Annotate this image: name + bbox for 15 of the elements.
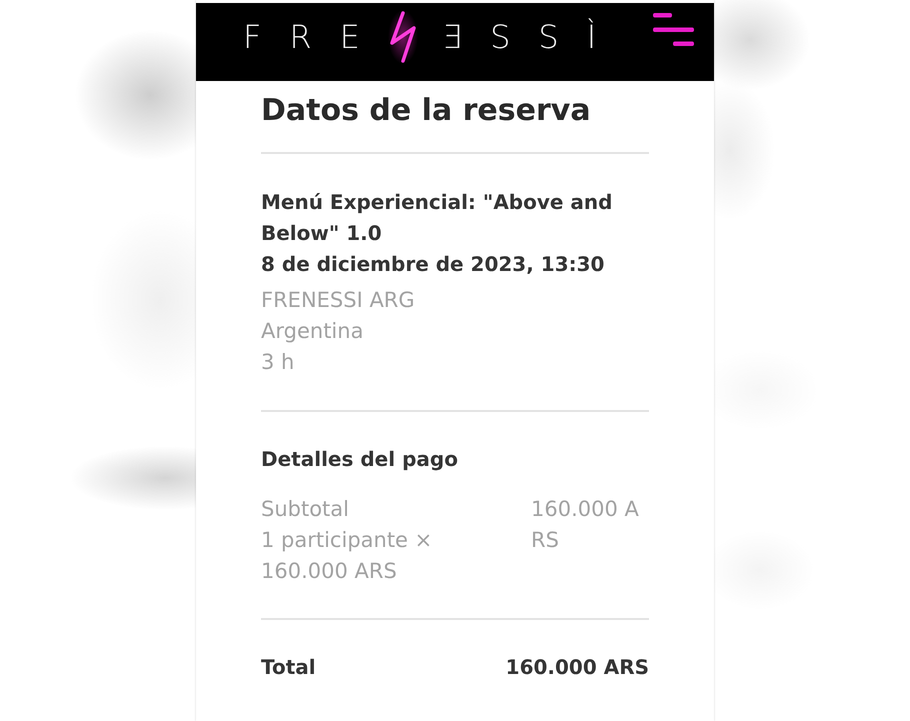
section-heading: Detalles del pago <box>261 446 459 473</box>
reservation-date: 8 de diciembre de 2023, 13:30 <box>261 251 606 278</box>
logo-text: FRE <box>243 21 388 53</box>
menu-icon[interactable] <box>653 13 694 46</box>
line-item-amount: 160.000 ARS <box>531 496 640 554</box>
reservation-detail: FRENESSI ARG <box>261 287 416 314</box>
experience-name: Menú Experiencial: "Above and Below" 1.0 <box>261 189 614 247</box>
line-item-label: Subtotal <box>261 496 350 523</box>
total-amount: 160.000 ARS <box>506 654 649 681</box>
line-item-detail: 1 participante × 160.000 ARS <box>261 527 434 585</box>
total-label: Total <box>261 654 316 681</box>
lightning-icon <box>388 10 418 64</box>
reservation-detail: 3 h <box>261 349 296 376</box>
reservation-detail: Argentina <box>261 318 364 345</box>
page-title: Datos de la reserva <box>261 93 592 129</box>
